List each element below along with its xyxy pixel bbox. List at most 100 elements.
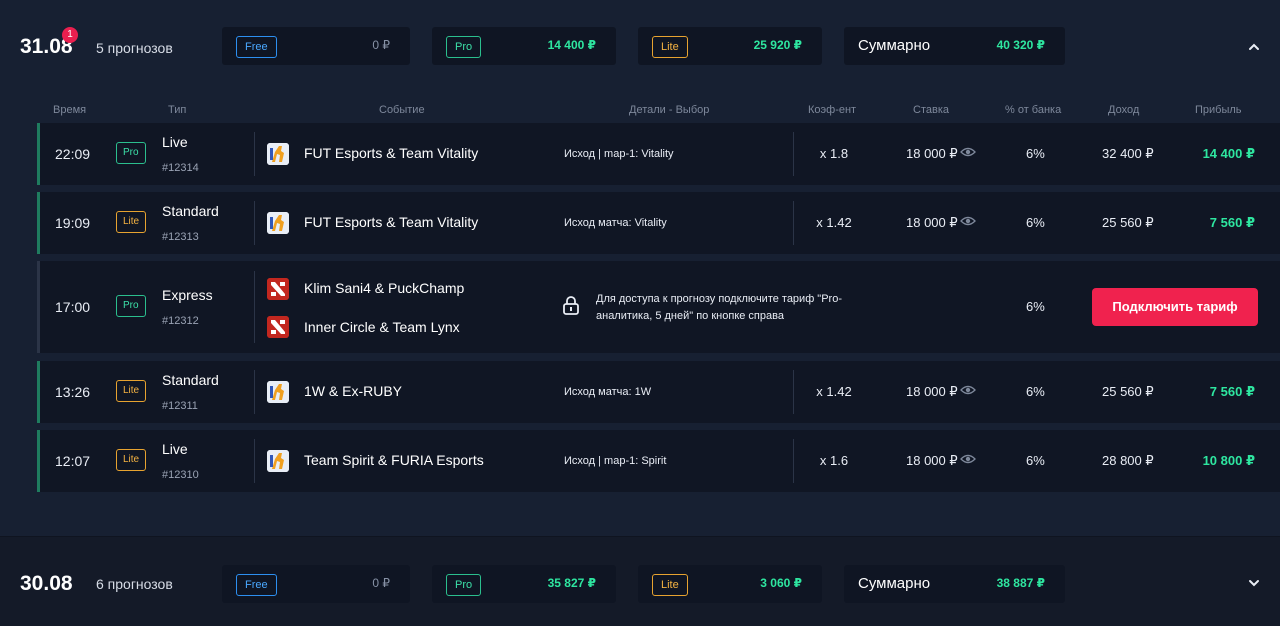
row-time: 17:00 (55, 299, 91, 315)
divider (793, 132, 794, 176)
summary-free: Free 0 ₽ (222, 565, 410, 603)
day-header[interactable]: 30.08 6 прогнозов Free 0 ₽ Pro 35 827 ₽ … (0, 537, 1280, 626)
row-code: #12313 (162, 231, 199, 243)
row-code: #12312 (162, 315, 199, 327)
eye-icon[interactable] (960, 383, 976, 397)
tier-tag-pro: Pro (116, 295, 146, 317)
col-bank-pct: % от банка (1005, 104, 1062, 116)
row-income: 32 400 ₽ (1102, 146, 1154, 161)
day-group-30-08: 30.08 6 прогнозов Free 0 ₽ Pro 35 827 ₽ … (0, 536, 1280, 626)
row-kind: Standard (162, 203, 219, 219)
row-kind: Express (162, 287, 213, 303)
col-stake: Ставка (913, 104, 949, 116)
event-detail: Исход | map-1: Spirit (564, 455, 667, 467)
row-coef: x 1.8 (819, 146, 849, 161)
tier-tag-lite: Lite (652, 574, 688, 596)
table-row-locked[interactable]: 17:00 Pro Express #12312 Klim Sani4 & Pu… (37, 261, 1280, 353)
event-name: FUT Esports & Team Vitality (304, 145, 479, 161)
tier-tag-lite: Lite (116, 211, 147, 233)
row-kind: Live (162, 441, 188, 457)
row-coef: x 1.42 (816, 215, 852, 230)
row-kind: Live (162, 134, 188, 150)
locked-message: Для доступа к прогнозу подключите тариф … (596, 293, 842, 322)
divider (254, 439, 255, 483)
event-name: Klim Sani4 & PuckChamp (304, 280, 465, 296)
chevron-down-icon[interactable] (1247, 576, 1261, 590)
row-profit: 7 560 ₽ (1209, 384, 1255, 399)
tier-tag-pro: Pro (446, 36, 482, 58)
row-bank-pct: 6% (1026, 146, 1045, 161)
table-row[interactable]: 22:09 Pro Live #12314 FUT Esports & Team… (37, 123, 1280, 185)
row-stake: 18 000 ₽ (906, 146, 958, 161)
row-profit: 7 560 ₽ (1209, 215, 1255, 230)
summary-value: 38 887 ₽ (996, 576, 1045, 590)
divider (793, 370, 794, 414)
summary-value: 0 ₽ (372, 38, 390, 52)
event-name: FUT Esports & Team Vitality (304, 214, 479, 230)
subscribe-button[interactable]: Подключить тариф (1092, 288, 1258, 326)
row-time: 22:09 (55, 146, 91, 162)
tier-tag-pro: Pro (116, 142, 146, 164)
eye-icon[interactable] (960, 145, 976, 159)
summary-value: 25 920 ₽ (753, 38, 802, 52)
row-kind: Standard (162, 372, 219, 388)
table-row[interactable]: 12:07 Lite Live #12310 Team Spirit & FUR… (37, 430, 1280, 492)
dota-icon (267, 316, 289, 338)
row-code: #12311 (162, 400, 198, 412)
tier-tag-lite: Lite (652, 36, 688, 58)
row-code: #12314 (162, 162, 199, 174)
row-time: 19:09 (55, 215, 91, 231)
lock-icon (563, 296, 579, 315)
tier-tag-lite: Lite (116, 449, 147, 471)
row-income: 25 560 ₽ (1102, 215, 1154, 230)
summary-value: 3 060 ₽ (760, 576, 802, 590)
summary-value: 40 320 ₽ (996, 38, 1045, 52)
event-name: Inner Circle & Team Lynx (304, 319, 460, 335)
event-detail: Исход | map-1: Vitality (564, 148, 674, 160)
col-coef: Коэф-ент (808, 104, 857, 116)
day-group-31-08: 31.08 1 5 прогнозов Free 0 ₽ Pro 14 400 … (0, 0, 1280, 536)
day-date: 30.08 (20, 572, 73, 595)
summary-value: 14 400 ₽ (547, 38, 596, 52)
tier-tag-free: Free (236, 36, 277, 58)
event-detail: Исход матча: 1W (564, 386, 652, 398)
forecast-count: 6 прогнозов (96, 576, 173, 592)
summary-total: Суммарно 38 887 ₽ (844, 565, 1065, 603)
table-row[interactable]: 13:26 Lite Standard #12311 1W & Ex-RUBY … (37, 361, 1280, 423)
table-row[interactable]: 19:09 Lite Standard #12313 FUT Esports &… (37, 192, 1280, 254)
cs-icon (267, 450, 289, 472)
summary-total-label: Суммарно (858, 37, 931, 54)
col-event: Событие (379, 104, 425, 116)
row-time: 13:26 (55, 384, 91, 400)
day-header[interactable]: 31.08 1 5 прогнозов Free 0 ₽ Pro 14 400 … (0, 0, 1280, 94)
summary-total-label: Суммарно (858, 575, 931, 592)
row-income: 28 800 ₽ (1102, 453, 1154, 468)
summary-pro: Pro 14 400 ₽ (432, 27, 616, 65)
summary-value: 35 827 ₽ (547, 576, 596, 590)
col-time: Время (53, 104, 87, 116)
eye-icon[interactable] (960, 452, 976, 466)
summary-lite: Lite 3 060 ₽ (638, 565, 822, 603)
col-income: Доход (1108, 104, 1140, 116)
event-detail: Исход матча: Vitality (564, 217, 667, 229)
divider (254, 271, 255, 343)
row-bank-pct: 6% (1026, 453, 1045, 468)
col-type: Тип (168, 104, 187, 116)
divider (254, 201, 255, 245)
cs-icon (267, 143, 289, 165)
divider (793, 439, 794, 483)
row-bank-pct: 6% (1026, 299, 1045, 314)
cs-icon (267, 381, 289, 403)
tier-tag-pro: Pro (446, 574, 482, 596)
summary-value: 0 ₽ (372, 576, 390, 590)
row-time: 12:07 (55, 453, 91, 469)
eye-icon[interactable] (960, 214, 976, 228)
chevron-up-icon[interactable] (1247, 40, 1261, 54)
notification-badge: 1 (62, 27, 78, 43)
summary-free: Free 0 ₽ (222, 27, 410, 65)
divider (793, 201, 794, 245)
row-profit: 14 400 ₽ (1202, 146, 1255, 161)
summary-total: Суммарно 40 320 ₽ (844, 27, 1065, 65)
row-bank-pct: 6% (1026, 384, 1045, 399)
tier-tag-lite: Lite (116, 380, 147, 402)
